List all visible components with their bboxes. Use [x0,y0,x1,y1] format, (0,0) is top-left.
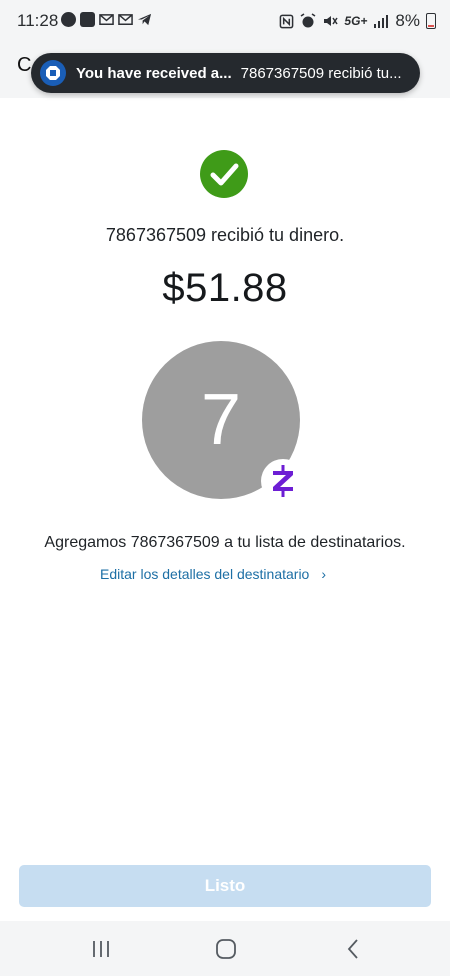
recent-apps-button[interactable] [88,936,114,962]
chase-icon [61,12,76,27]
back-button[interactable] [340,936,366,962]
network-type: 5G+ [344,14,368,28]
recent-apps-icon [93,941,109,957]
received-message: 7867367509 recibió tu dinero. [105,225,345,245]
payment-amount: $51.88 [162,266,288,310]
gmail-icon [118,14,133,25]
recipient-added-message: Agregamos 7867367509 a tu lista de desti… [44,534,406,551]
back-icon [347,939,358,959]
notification-body: 7867367509 recibió tu... [240,64,402,82]
status-notification-icons [61,12,152,27]
status-system-icons: 5G+ 8% [279,11,436,31]
app-header-title: C [17,54,32,76]
zelle-badge [261,459,305,503]
chase-logo-icon [40,60,66,86]
notification-toast[interactable]: You have received a... 7867367509 recibi… [31,53,420,93]
notification-title: You have received a... [76,64,232,82]
battery-percent: 8% [395,11,420,30]
status-bar: 11:28 5G+ 8% [0,0,450,44]
alarm-icon [300,13,316,28]
edit-recipient-link[interactable]: Editar los detalles del destinatario › [100,566,326,582]
edit-recipient-label: Editar los detalles del destinatario [100,566,310,582]
gmail-icon [99,14,114,25]
done-button[interactable]: Listo [19,865,431,907]
signal-icon [374,15,389,28]
navigation-bar [0,921,450,976]
telegram-icon [137,13,152,26]
avatar-initial: 7 [200,380,242,460]
success-check-icon [200,150,248,198]
check-box-icon [80,12,95,27]
zelle-icon [273,465,293,497]
nfc-icon [280,14,294,28]
home-button[interactable] [213,936,239,962]
mute-icon [324,16,339,26]
home-icon [216,939,236,959]
battery-icon [426,13,436,29]
chevron-right-icon: › [321,566,327,582]
status-time: 11:28 [17,11,59,30]
